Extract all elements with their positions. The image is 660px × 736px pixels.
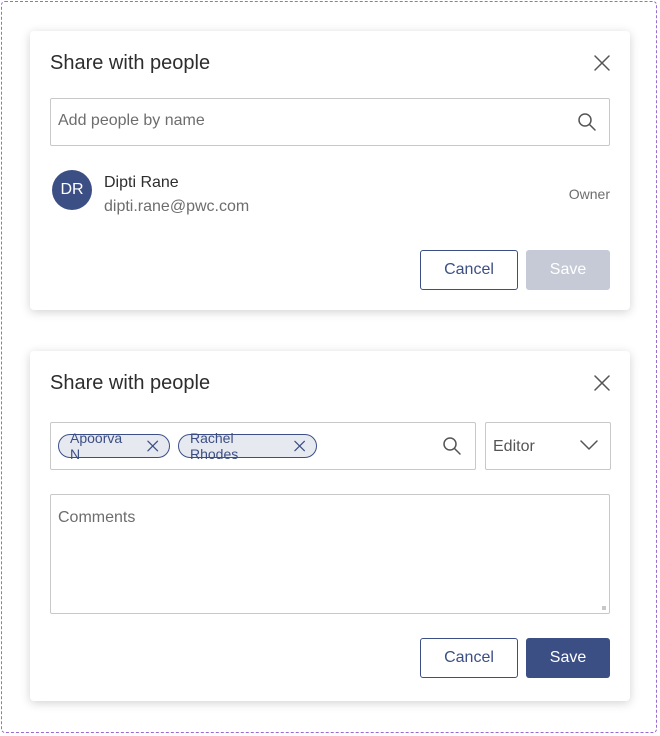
close-icon[interactable] [592,53,612,73]
save-button[interactable]: Save [526,250,610,290]
close-icon[interactable] [592,373,612,393]
save-button[interactable]: Save [526,638,610,678]
chevron-down-icon [580,440,598,450]
cancel-button[interactable]: Cancel [420,250,518,290]
person-chip: Rachel Rhodes [178,430,317,462]
person-name: Dipti Rane [104,174,179,191]
add-people-search [50,98,610,146]
chip-label: Apoorva N [70,430,123,462]
person-email: dipti.rane@pwc.com [104,198,250,215]
cancel-button[interactable]: Cancel [420,638,518,678]
add-people-input[interactable] [51,99,558,143]
comments-textarea[interactable] [51,495,609,613]
chip-label: Rachel Rhodes [190,430,239,462]
person-chip: Apoorva N [58,430,170,462]
avatar: DR [52,170,92,210]
share-dialog-filled: Share with people Apoorva N Rachel Rhode… [30,351,630,701]
people-input[interactable]: Apoorva N Rachel Rhodes [50,422,476,470]
comments-box [50,494,610,614]
resize-handle-icon[interactable] [602,606,606,610]
role-dropdown[interactable]: Editor [485,422,611,470]
person-role: Owner [568,186,610,202]
search-icon[interactable] [442,436,462,456]
close-icon[interactable] [293,439,306,453]
dialog-title: Share with people [50,372,211,394]
dialog-title: Share with people [50,52,211,74]
close-icon[interactable] [146,439,159,453]
search-icon[interactable] [577,112,597,132]
share-dialog-empty: Share with people DR Dipti Rane dipti.ra… [30,31,630,310]
role-dropdown-value: Editor [493,438,535,455]
